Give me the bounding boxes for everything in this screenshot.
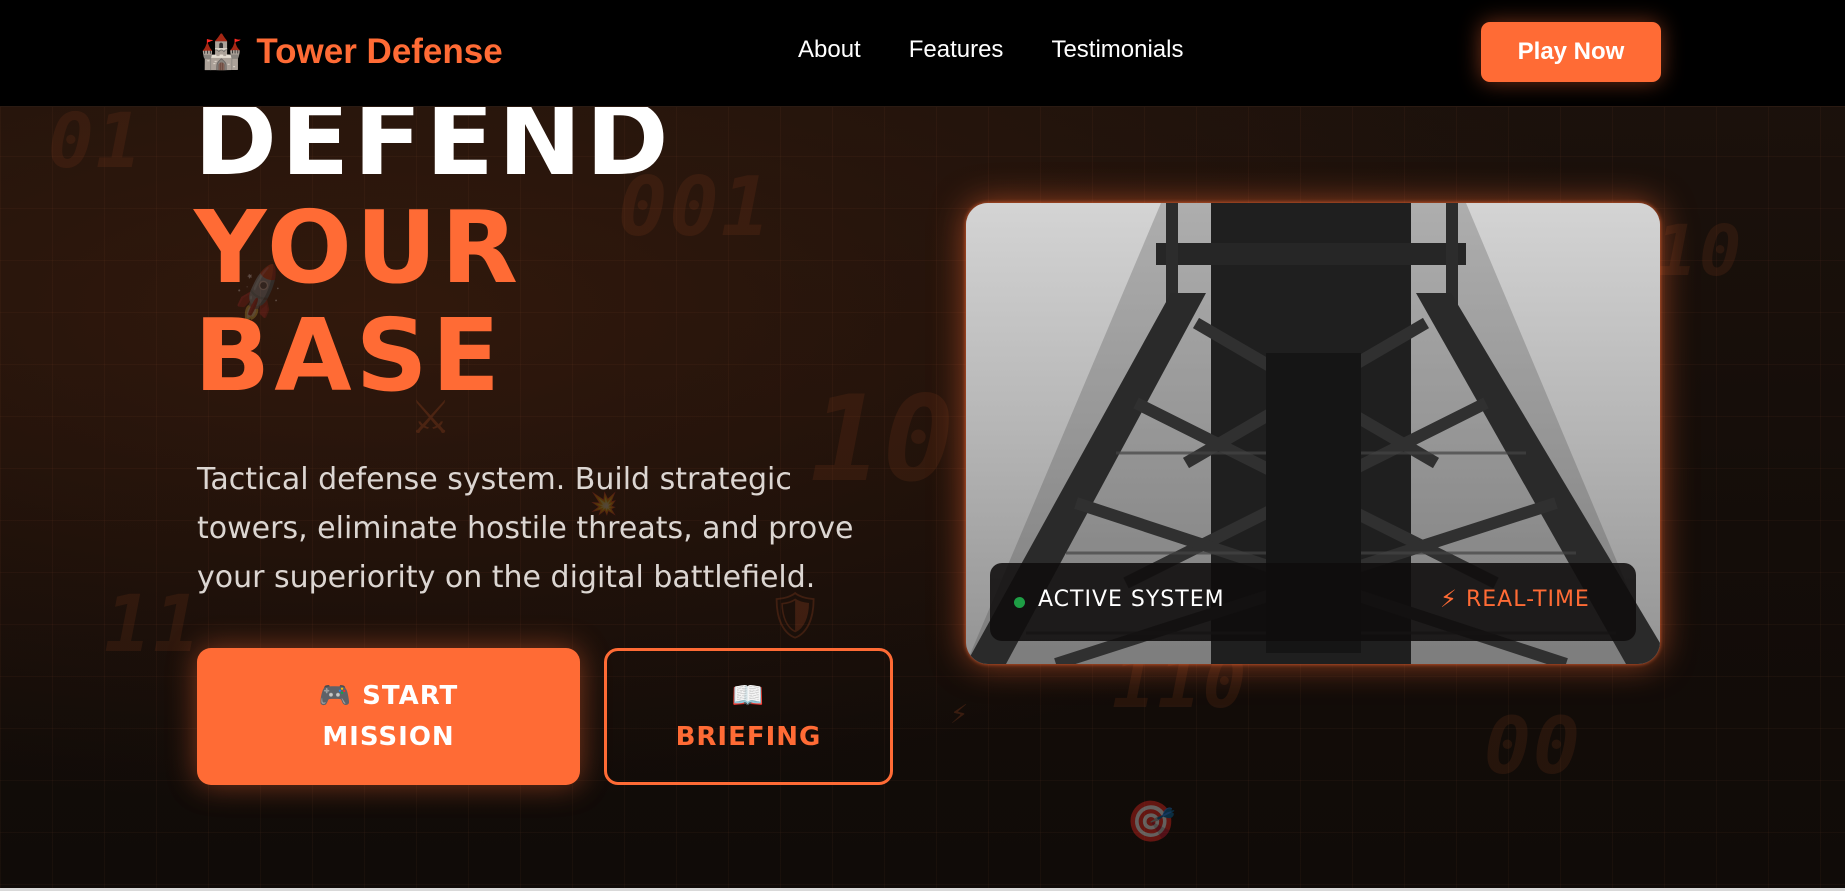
play-now-button[interactable]: Play Now	[1481, 22, 1661, 82]
bolt-icon: ⚡	[1440, 585, 1457, 613]
start-mission-label-line-2: MISSION	[322, 721, 455, 752]
main-nav: About Features Testimonials	[798, 36, 1183, 64]
book-icon: 📖	[731, 680, 766, 711]
brand-logo[interactable]: 🏰 Tower Defense	[200, 30, 503, 74]
hero-description: Tactical defense system. Build strategic…	[197, 462, 854, 595]
status-indicator-dot	[1014, 597, 1025, 608]
nav-link-about[interactable]: About	[798, 36, 861, 64]
nav-link-features[interactable]: Features	[909, 36, 1004, 64]
nav-link-testimonials[interactable]: Testimonials	[1051, 36, 1183, 64]
status-bar: ACTIVE SYSTEM ⚡ REAL-TIME	[990, 563, 1636, 641]
brand-name: Tower Defense	[256, 32, 503, 71]
castle-icon: 🏰	[200, 32, 243, 72]
hero-headline: DEFEND YOUR BASE	[194, 86, 673, 410]
headline-line-2: YOUR	[194, 189, 523, 306]
gamepad-icon: 🎮	[318, 680, 353, 711]
briefing-label: BRIEFING	[675, 721, 822, 752]
start-mission-label-line-1: 🎮 START	[318, 680, 459, 711]
headline-line-3: BASE	[194, 297, 504, 414]
background-binary-digits: 01	[48, 96, 144, 185]
briefing-button[interactable]: 📖 BRIEFING	[604, 648, 893, 785]
background-binary-digits: 10	[1655, 210, 1744, 292]
active-system-label: ACTIVE SYSTEM	[1038, 587, 1225, 612]
background-binary-digits: 11	[104, 580, 202, 670]
hero-image-card: ACTIVE SYSTEM ⚡ REAL-TIME	[966, 203, 1660, 664]
real-time-label: REAL-TIME	[1466, 587, 1590, 612]
background-binary-digits: 00	[1484, 702, 1582, 792]
start-mission-button[interactable]: 🎮 START MISSION	[197, 648, 580, 785]
top-navbar: 🏰 Tower Defense About Features Testimoni…	[0, 0, 1845, 107]
target-icon: 🎯	[1126, 799, 1176, 845]
hero-section: 01 001 10 10 11 110 00 🚀 ⚔ 💥 🛡 ⚡ 🎯 DEFEN…	[0, 0, 1845, 891]
lightning-icon: ⚡	[950, 700, 969, 730]
